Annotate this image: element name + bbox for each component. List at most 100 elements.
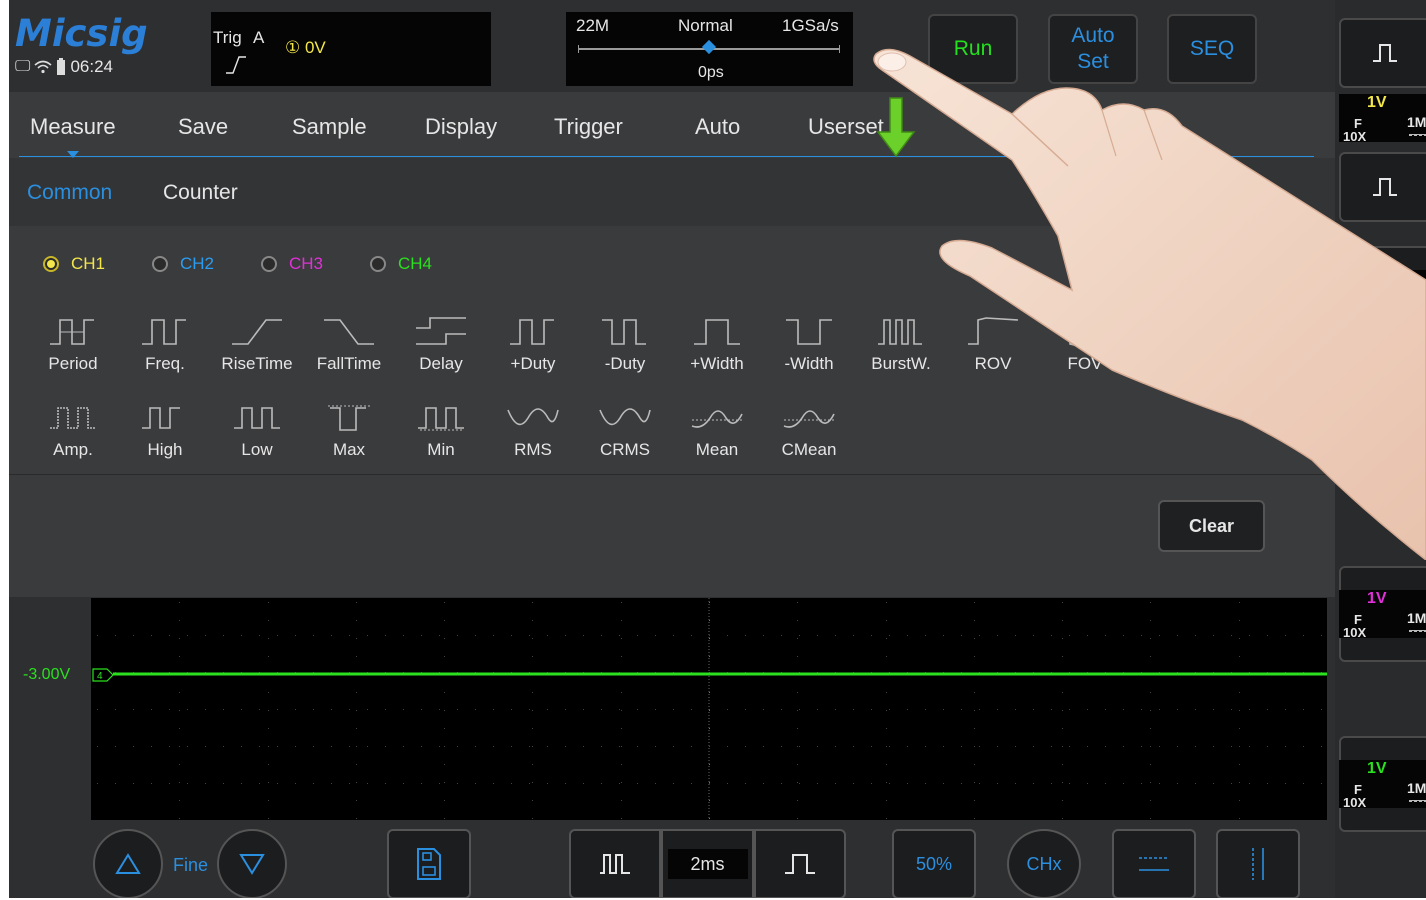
run-button[interactable]: Run [928, 14, 1018, 84]
timebase-increase-button[interactable] [754, 829, 846, 898]
measure-low[interactable]: Low [211, 400, 303, 460]
grid-dot [565, 783, 566, 784]
grid-dot [1239, 818, 1240, 819]
grid-dot [349, 635, 350, 636]
grid-dot [943, 746, 944, 747]
autoset-button[interactable]: Auto Set [1048, 14, 1138, 84]
scale-down-button[interactable] [217, 829, 287, 898]
tab-display[interactable]: Display [425, 114, 497, 140]
tab-measure[interactable]: Measure [30, 114, 116, 140]
channel-select-button[interactable]: CHx [1007, 829, 1081, 898]
measure-cmean[interactable]: CMean [763, 400, 855, 460]
fine-toggle[interactable]: Fine [173, 855, 208, 876]
grid-dot [532, 764, 533, 765]
seq-button[interactable]: SEQ [1167, 14, 1257, 84]
measure-label: CRMS [599, 440, 651, 459]
channel-4-marker[interactable]: 4 [92, 668, 114, 682]
grid-dot [1069, 783, 1070, 784]
channel-option-ch2[interactable]: CH2 [152, 254, 261, 274]
grid-dot [444, 746, 445, 747]
channel-2-toggle[interactable] [1339, 152, 1426, 222]
grid-dot [691, 746, 692, 747]
grid-dot [673, 783, 674, 784]
measure-freq[interactable]: Freq. [119, 314, 211, 374]
channel-label: CH2 [180, 254, 215, 273]
tab-sample[interactable]: Sample [292, 114, 367, 140]
channel-option-ch4[interactable]: CH4 [370, 254, 479, 274]
timebase-display: 2ms [661, 829, 754, 898]
tab-trigger[interactable]: Trigger [554, 114, 623, 140]
measure-label: Mean [695, 440, 739, 459]
grid-dot [1239, 746, 1240, 747]
measure-max[interactable]: Max [303, 400, 395, 460]
grid-dot [1123, 746, 1124, 747]
measure-delay[interactable]: Delay [395, 314, 487, 374]
tab-auto[interactable]: Auto [695, 114, 740, 140]
grid-dot [151, 635, 152, 636]
measure-rov[interactable]: ROV [947, 314, 1039, 374]
tab-save[interactable]: Save [178, 114, 228, 140]
timebase-decrease-button[interactable] [569, 829, 661, 898]
acquisition-info[interactable]: 22M Normal 1GSa/s 0ps [566, 12, 853, 86]
grid-dot [691, 783, 692, 784]
measure-risetime[interactable]: RiseTime [211, 314, 303, 374]
measure-period[interactable]: Period [27, 314, 119, 374]
measure-amp[interactable]: Amp. [27, 400, 119, 460]
channel-4-info[interactable]: 1V F 10X 1M [1339, 760, 1426, 809]
measure-mean[interactable]: Mean [671, 400, 763, 460]
measure-minus-width[interactable]: -Width [763, 314, 855, 374]
grid-dot [97, 635, 98, 636]
grid-dot [475, 709, 476, 710]
grid-dot [1062, 764, 1063, 765]
grid-dot [709, 635, 710, 636]
grid-dot [1303, 709, 1304, 710]
negative-duty-icon [602, 319, 646, 345]
channel-1-info[interactable]: 1V F 10X 1M [1339, 94, 1426, 143]
channel-option-ch3[interactable]: CH3 [261, 254, 370, 274]
trigger-50-percent-button[interactable]: 50% [892, 829, 976, 898]
tab-userset[interactable]: Userset [808, 114, 884, 140]
grid-dot [1213, 783, 1214, 784]
grid-dot [997, 746, 998, 747]
channel-1-toggle[interactable] [1339, 18, 1426, 88]
subtab-common[interactable]: Common [27, 181, 112, 205]
trigger-info[interactable]: Trig A ① 0V [211, 12, 491, 86]
measure-plus-width[interactable]: +Width [671, 314, 763, 374]
grid-dot [886, 782, 887, 783]
measure-high[interactable]: High [119, 400, 211, 460]
measure-falltime[interactable]: FallTime [303, 314, 395, 374]
clear-button[interactable]: Clear [1158, 500, 1265, 552]
grid-dot [356, 602, 357, 603]
save-button[interactable] [387, 829, 471, 898]
grid-dot [974, 710, 975, 711]
measure-crms[interactable]: CRMS [579, 400, 671, 460]
scale-up-button[interactable] [93, 829, 163, 898]
grid-dot [1150, 692, 1151, 693]
grid-dot [1239, 602, 1240, 603]
measure-plus-duty[interactable]: +Duty [487, 314, 579, 374]
radio-icon [370, 256, 386, 272]
grid-dot [349, 783, 350, 784]
grid-dot [444, 638, 445, 639]
horizontal-cursor-button[interactable] [1112, 829, 1196, 898]
grid-dot [1141, 635, 1142, 636]
vertical-cursor-button[interactable] [1216, 829, 1300, 898]
measure-fov[interactable]: FOV [1039, 314, 1131, 374]
grid-dot [709, 746, 710, 747]
pulse-icon [1373, 44, 1397, 62]
measure-rms[interactable]: RMS [487, 400, 579, 460]
grid-dot [295, 746, 296, 747]
grid-dot [439, 783, 440, 784]
grid-dot [1159, 709, 1160, 710]
channel-2-info[interactable]: 1V F 1M [1339, 270, 1426, 318]
measure-burst-width[interactable]: BurstW. [855, 314, 947, 374]
grid-dot [797, 638, 798, 639]
subtab-counter[interactable]: Counter [163, 181, 238, 205]
grid-dot [205, 635, 206, 636]
channel-3-info[interactable]: 1V F 10X 1M [1339, 590, 1426, 639]
measure-min[interactable]: Min [395, 400, 487, 460]
channel-option-ch1[interactable]: CH1 [43, 254, 152, 274]
grid-dot [974, 620, 975, 621]
waveform-display[interactable] [91, 598, 1327, 820]
measure-minus-duty[interactable]: -Duty [579, 314, 671, 374]
